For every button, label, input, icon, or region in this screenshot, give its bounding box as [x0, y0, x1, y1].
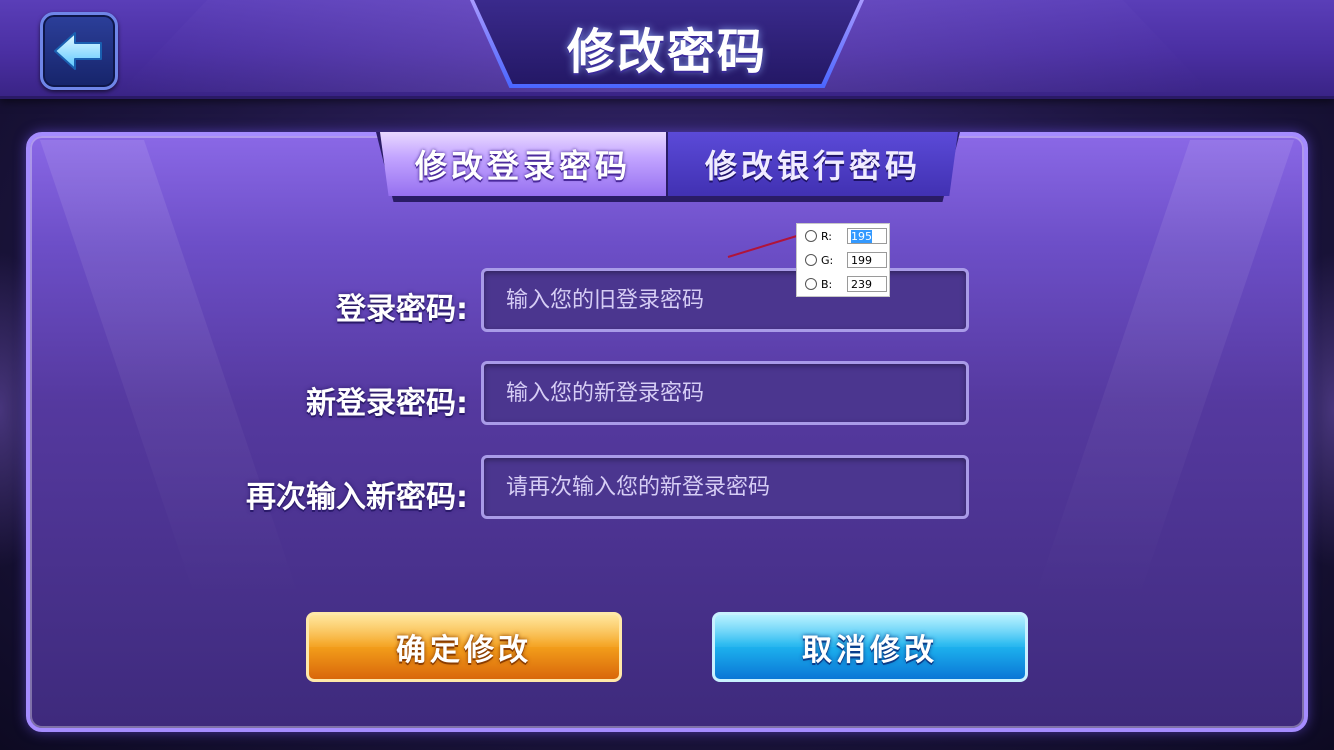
tab-label: 修改银行密码 [704, 147, 921, 185]
rgb-key-b: B: [821, 277, 833, 291]
rgb-row-g: G: 199 [797, 249, 889, 271]
rgb-field-b[interactable]: 239 [847, 276, 887, 292]
rgb-key-g: G: [821, 253, 834, 267]
new-password-input[interactable] [484, 364, 966, 422]
new-password-field-box [481, 361, 969, 425]
confirm-password-input[interactable] [484, 458, 966, 516]
radio-b[interactable] [805, 278, 817, 290]
rgb-field-r[interactable]: 195 [847, 228, 887, 244]
confirm-button-label: 确定修改 [396, 633, 532, 668]
confirm-password-field-box [481, 455, 969, 519]
rgb-value-r: 195 [851, 230, 872, 243]
new-password-label: 新登录密码: [306, 386, 468, 421]
radio-r[interactable] [805, 230, 817, 242]
page-title: 修改密码 [566, 24, 767, 80]
rgb-field-g[interactable]: 199 [847, 252, 887, 268]
rgb-row-r: R: 195 [797, 225, 889, 247]
arrow-left-icon [54, 32, 102, 70]
color-picker-overlay: R: 195 G: 199 B: 239 [796, 223, 890, 297]
cancel-button-label: 取消修改 [802, 633, 938, 668]
old-password-label: 登录密码: [336, 292, 468, 327]
confirm-button[interactable]: 确定修改 [306, 612, 622, 682]
cancel-button[interactable]: 取消修改 [712, 612, 1028, 682]
radio-g[interactable] [805, 254, 817, 266]
back-button[interactable] [40, 12, 118, 90]
confirm-password-label: 再次输入新密码: [246, 480, 468, 515]
old-password-input[interactable] [484, 271, 966, 329]
tab-label: 修改登录密码 [414, 147, 631, 185]
old-password-field-box [481, 268, 969, 332]
tab-login-password[interactable]: 修改登录密码 [380, 132, 666, 196]
tab-bank-password[interactable]: 修改银行密码 [668, 132, 958, 196]
rgb-key-r: R: [821, 229, 833, 243]
rgb-row-b: B: 239 [797, 273, 889, 295]
